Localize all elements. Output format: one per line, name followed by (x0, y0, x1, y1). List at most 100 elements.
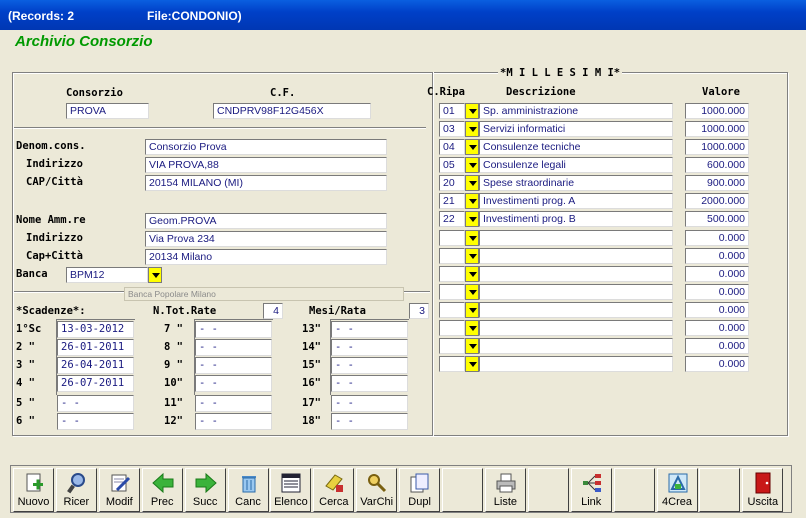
scadenza-field[interactable]: - - (195, 321, 272, 338)
toolbar-button-canc[interactable]: Canc (227, 468, 269, 512)
toolbar-button-dupl[interactable]: Dupl (399, 468, 441, 512)
scadenza-field[interactable]: - - (195, 413, 272, 430)
scadenza-field[interactable]: 13-03-2012 (57, 321, 134, 338)
ntot-rate-field[interactable]: 4 (263, 303, 283, 319)
toolbar-button-ricer[interactable]: Ricer (55, 468, 97, 512)
toolbar-button-empty[interactable] (442, 468, 483, 512)
ripa-code-field[interactable]: 22 (439, 211, 465, 227)
descrizione-field[interactable]: Consulenze tecniche (479, 139, 673, 155)
ripa-code-field[interactable]: 05 (439, 157, 465, 173)
valore-field[interactable]: 1000.000 (685, 139, 749, 155)
scadenza-field[interactable]: - - (195, 339, 272, 356)
descrizione-field[interactable]: Investimenti prog. A (479, 193, 673, 209)
valore-field[interactable]: 0.000 (685, 266, 749, 282)
chevron-down-icon[interactable] (465, 266, 479, 282)
ripa-code-field[interactable] (439, 284, 465, 300)
chevron-down-icon[interactable] (465, 302, 479, 318)
valore-field[interactable]: 1000.000 (685, 121, 749, 137)
chevron-down-icon[interactable] (465, 193, 479, 209)
chevron-down-icon[interactable] (465, 103, 479, 119)
ripa-code-field[interactable] (439, 266, 465, 282)
chevron-down-icon[interactable] (465, 121, 479, 137)
ripa-code-field[interactable]: 20 (439, 175, 465, 191)
toolbar-button-cerca[interactable]: Cerca (313, 468, 355, 512)
scadenza-field[interactable]: 26-07-2011 (57, 375, 134, 392)
ripa-code-field[interactable]: 01 (439, 103, 465, 119)
scadenza-field[interactable]: - - (195, 357, 272, 374)
chevron-down-icon[interactable] (148, 267, 162, 283)
scadenza-field[interactable]: - - (331, 321, 408, 338)
scadenza-field[interactable]: - - (331, 375, 408, 392)
scadenza-field[interactable]: - - (331, 339, 408, 356)
consorzio-field[interactable]: PROVA (66, 103, 149, 119)
scadenza-field[interactable]: - - (57, 413, 134, 430)
mesi-rata-field[interactable]: 3 (409, 303, 429, 319)
descrizione-field[interactable]: Spese straordinarie (479, 175, 673, 191)
descrizione-field[interactable] (479, 230, 673, 246)
descrizione-field[interactable]: Investimenti prog. B (479, 211, 673, 227)
chevron-down-icon[interactable] (465, 356, 479, 372)
amm-cap-field[interactable]: 20134 Milano (145, 249, 387, 265)
valore-field[interactable]: 0.000 (685, 338, 749, 354)
chevron-down-icon[interactable] (465, 338, 479, 354)
valore-field[interactable]: 0.000 (685, 356, 749, 372)
toolbar-button-succ[interactable]: Succ (184, 468, 226, 512)
descrizione-field[interactable] (479, 248, 673, 264)
toolbar-button-empty[interactable] (613, 468, 655, 512)
chevron-down-icon[interactable] (465, 175, 479, 191)
amm-nome-field[interactable]: Geom.PROVA (145, 213, 387, 229)
ripa-code-field[interactable] (439, 230, 465, 246)
denom-field[interactable]: Consorzio Prova (145, 139, 387, 155)
valore-field[interactable]: 600.000 (685, 157, 749, 173)
descrizione-field[interactable] (479, 266, 673, 282)
chevron-down-icon[interactable] (465, 248, 479, 264)
valore-field[interactable]: 1000.000 (685, 103, 749, 119)
toolbar-button-modif[interactable]: Modif (98, 468, 140, 512)
valore-field[interactable]: 0.000 (685, 248, 749, 264)
chevron-down-icon[interactable] (465, 157, 479, 173)
descrizione-field[interactable] (479, 320, 673, 336)
ripa-code-field[interactable] (439, 356, 465, 372)
toolbar-button-elenco[interactable]: Elenco (270, 468, 312, 512)
ripa-code-field[interactable]: 03 (439, 121, 465, 137)
ripa-code-field[interactable]: 04 (439, 139, 465, 155)
chevron-down-icon[interactable] (465, 211, 479, 227)
indirizzo-field[interactable]: VIA PROVA,88 (145, 157, 387, 173)
valore-field[interactable]: 500.000 (685, 211, 749, 227)
toolbar-button-varchi[interactable]: VarChi (356, 468, 398, 512)
valore-field[interactable]: 0.000 (685, 320, 749, 336)
scadenza-field[interactable]: - - (331, 395, 408, 412)
toolbar-button-liste[interactable]: Liste (484, 468, 526, 512)
banca-select[interactable]: BPM12 (66, 267, 148, 283)
toolbar-button-empty[interactable] (527, 468, 569, 512)
descrizione-field[interactable] (479, 302, 673, 318)
descrizione-field[interactable]: Servizi informatici (479, 121, 673, 137)
chevron-down-icon[interactable] (465, 284, 479, 300)
amm-indirizzo-field[interactable]: Via Prova 234 (145, 231, 387, 247)
chevron-down-icon[interactable] (465, 320, 479, 336)
toolbar-button-link[interactable]: Link (570, 468, 612, 512)
scadenza-field[interactable]: - - (57, 395, 134, 412)
toolbar-button-prec[interactable]: Prec (141, 468, 183, 512)
toolbar-button-empty[interactable] (699, 468, 741, 512)
scadenza-field[interactable]: 26-04-2011 (57, 357, 134, 374)
cf-field[interactable]: CNDPRV98F12G456X (213, 103, 371, 119)
valore-field[interactable]: 0.000 (685, 302, 749, 318)
ripa-code-field[interactable] (439, 338, 465, 354)
ripa-code-field[interactable] (439, 248, 465, 264)
descrizione-field[interactable]: Sp. amministrazione (479, 103, 673, 119)
descrizione-field[interactable] (479, 284, 673, 300)
toolbar-button-uscita[interactable]: Uscita (742, 468, 784, 512)
descrizione-field[interactable] (479, 338, 673, 354)
scadenza-field[interactable]: 26-01-2011 (57, 339, 134, 356)
ripa-code-field[interactable]: 21 (439, 193, 465, 209)
cap-field[interactable]: 20154 MILANO (MI) (145, 175, 387, 191)
scadenza-field[interactable]: - - (195, 375, 272, 392)
ripa-code-field[interactable] (439, 320, 465, 336)
scadenza-field[interactable]: - - (331, 357, 408, 374)
valore-field[interactable]: 900.000 (685, 175, 749, 191)
ripa-code-field[interactable] (439, 302, 465, 318)
scadenza-field[interactable]: - - (195, 395, 272, 412)
descrizione-field[interactable] (479, 356, 673, 372)
chevron-down-icon[interactable] (465, 230, 479, 246)
